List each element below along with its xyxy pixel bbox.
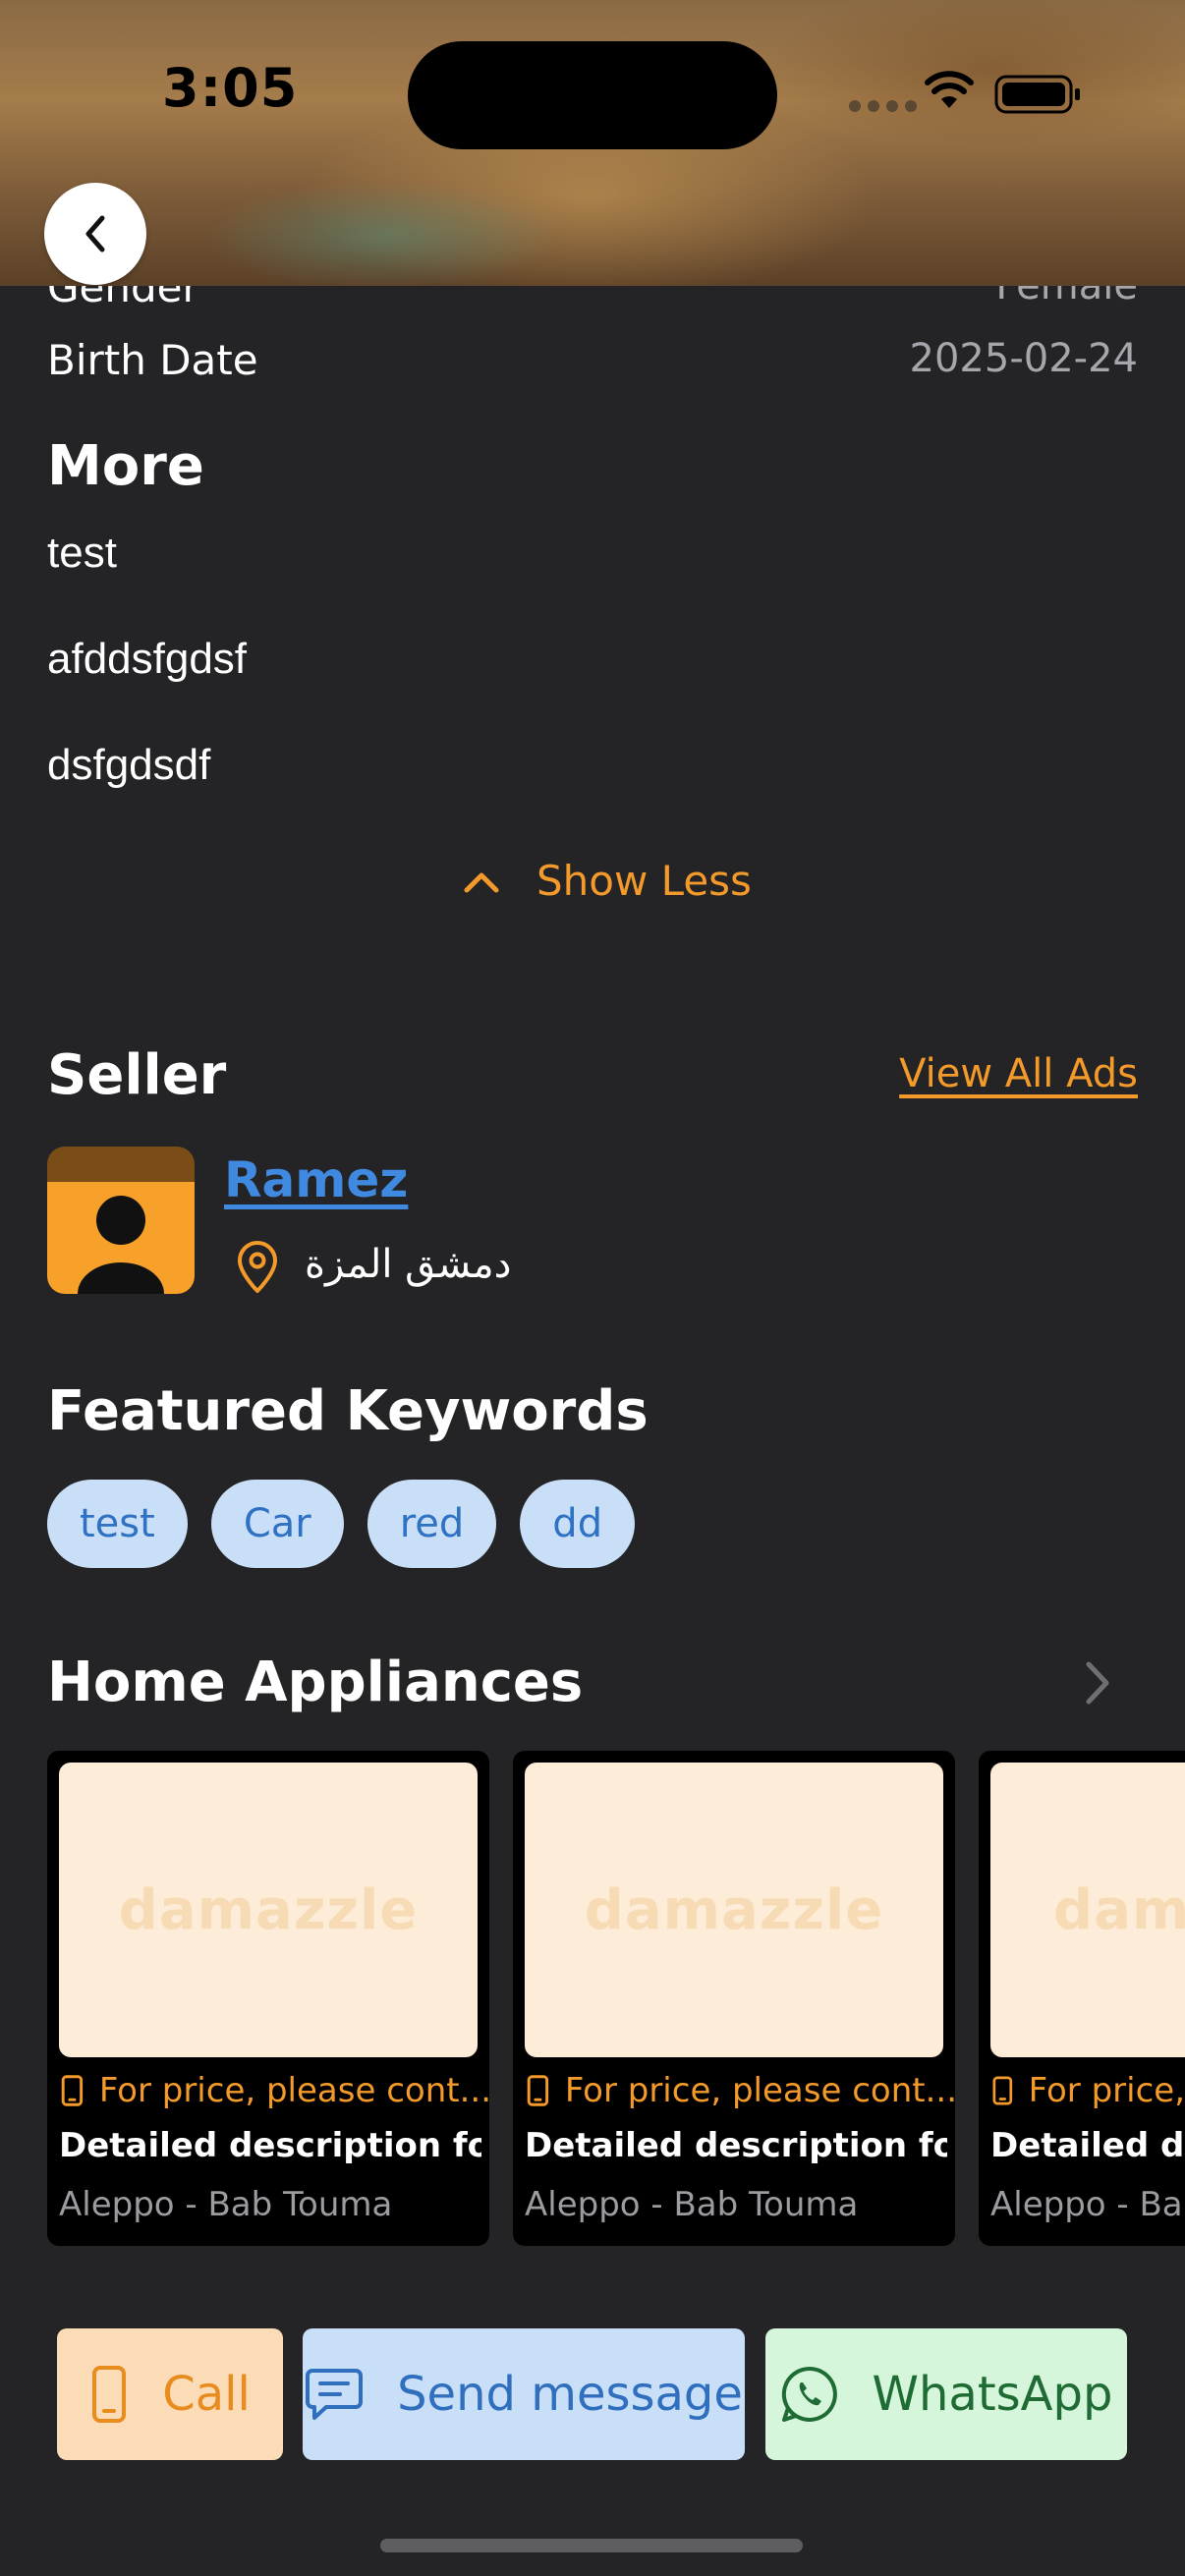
- ad-price: For price, please cont...: [525, 2071, 955, 2110]
- keyword-chip[interactable]: test: [47, 1480, 188, 1568]
- ad-price: For price,: [990, 2071, 1185, 2110]
- ad-image-placeholder: dam: [990, 1763, 1185, 2057]
- location-pin-icon: [234, 1240, 281, 1299]
- keywords-section-title: Featured Keywords: [47, 1379, 649, 1443]
- call-button-label: Call: [162, 2367, 251, 2422]
- ad-card[interactable]: damazzle For price, please cont... Detai…: [513, 1751, 955, 2246]
- show-less-button[interactable]: Show Less: [462, 857, 752, 905]
- seller-name-link[interactable]: Ramez: [224, 1151, 408, 1208]
- birth-date-value: 2025-02-24: [909, 336, 1138, 381]
- back-button[interactable]: [44, 183, 146, 285]
- keyword-chip[interactable]: Car: [210, 1480, 344, 1568]
- more-list-item: test: [47, 529, 117, 577]
- whatsapp-icon: [781, 2366, 837, 2422]
- seller-section-title: Seller: [47, 1043, 227, 1107]
- status-time: 3:05: [162, 57, 299, 119]
- view-all-ads-link[interactable]: View All Ads: [899, 1051, 1138, 1096]
- ad-location: Aleppo - Bab: [990, 2185, 1185, 2224]
- ad-price-text: For price, please cont...: [98, 2071, 489, 2110]
- cellular-signal-icon: [849, 100, 917, 112]
- call-button[interactable]: Call: [57, 2328, 283, 2460]
- ad-image-placeholder: damazzle: [525, 1763, 943, 2057]
- chevron-left-icon: [85, 215, 105, 252]
- message-icon: [306, 2369, 364, 2420]
- dynamic-island: [408, 41, 777, 149]
- ad-title: Detailed description for t...: [59, 2126, 481, 2165]
- ad-image-placeholder: damazzle: [59, 1763, 478, 2057]
- phone-icon: [992, 2076, 1013, 2105]
- phone-icon: [92, 2366, 127, 2423]
- whatsapp-button-label: WhatsApp: [872, 2367, 1113, 2422]
- chevron-up-icon: [464, 872, 499, 892]
- keyword-chip[interactable]: red: [367, 1480, 497, 1568]
- more-section-title: More: [47, 434, 204, 498]
- keyword-chip[interactable]: dd: [520, 1480, 636, 1568]
- more-list-item: dsfgdsdf: [47, 741, 211, 789]
- whatsapp-button[interactable]: WhatsApp: [765, 2328, 1127, 2460]
- person-icon: [78, 1196, 164, 1294]
- ad-price-text: For price,: [1028, 2071, 1185, 2110]
- ad-title: Detailed desc: [990, 2126, 1185, 2165]
- wifi-icon: [924, 71, 975, 114]
- ad-card[interactable]: damazzle For price, please cont... Detai…: [47, 1751, 489, 2246]
- more-list-item: afddsfgdsf: [47, 635, 248, 683]
- ad-price-text: For price, please cont...: [564, 2071, 955, 2110]
- phone-icon: [527, 2075, 549, 2106]
- ad-price: For price, please cont...: [59, 2071, 489, 2110]
- battery-icon: [994, 73, 1083, 120]
- chevron-right-icon[interactable]: [1083, 1658, 1112, 1711]
- birth-date-label: Birth Date: [47, 336, 258, 384]
- ad-title: Detailed description for t...: [525, 2126, 947, 2165]
- send-message-label: Send message: [397, 2367, 743, 2422]
- send-message-button[interactable]: Send message: [303, 2328, 745, 2460]
- ad-location: Aleppo - Bab Touma: [525, 2185, 859, 2224]
- show-less-label: Show Less: [536, 857, 752, 905]
- category-section-title: Home Appliances: [47, 1651, 584, 1714]
- avatar[interactable]: [47, 1147, 195, 1294]
- seller-location: دمشق المزة: [305, 1242, 512, 1287]
- ad-card[interactable]: dam For price, Detailed desc Aleppo - Ba…: [979, 1751, 1185, 2246]
- keyword-list: test Car red dd: [47, 1480, 636, 1568]
- phone-icon: [61, 2075, 84, 2106]
- home-indicator[interactable]: [380, 2539, 803, 2552]
- ad-location: Aleppo - Bab Touma: [59, 2185, 393, 2224]
